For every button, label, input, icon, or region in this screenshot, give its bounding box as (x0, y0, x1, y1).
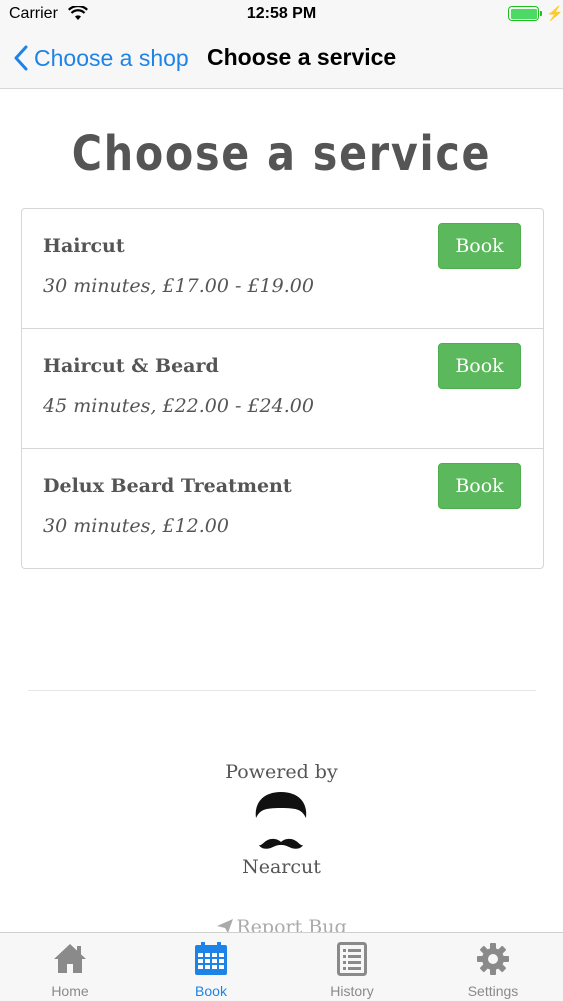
tab-settings[interactable]: Settings (423, 933, 563, 1001)
charging-icon: ⚡ (546, 5, 563, 21)
page-title: Choose a service (71, 126, 492, 182)
powered-by-label: Powered by (225, 761, 338, 783)
home-icon (53, 942, 87, 979)
battery-icon (508, 6, 539, 21)
service-name: Haircut & Beard (43, 355, 219, 377)
status-time: 12:58 PM (246, 5, 317, 22)
service-item: Haircut 30 minutes, £17.00 - £19.00 Book (22, 209, 543, 329)
battery-level (510, 8, 537, 19)
service-details: 30 minutes, £12.00 (43, 515, 229, 537)
status-bar: Carrier 12:58 PM ⚡ (0, 0, 563, 30)
nav-title: Choose a service (207, 44, 397, 70)
footer-divider (28, 690, 536, 691)
book-button[interactable]: Book (438, 343, 521, 389)
service-list: Haircut 30 minutes, £17.00 - £19.00 Book… (21, 208, 544, 569)
list-icon (337, 942, 367, 981)
service-details: 45 minutes, £22.00 - £24.00 (43, 395, 314, 417)
calendar-icon (194, 942, 228, 981)
book-button[interactable]: Book (438, 463, 521, 509)
service-item: Delux Beard Treatment 30 minutes, £12.00… (22, 449, 543, 568)
service-name: Haircut (43, 235, 125, 257)
tab-history[interactable]: History (282, 933, 422, 1001)
brand-name: Nearcut (242, 856, 321, 878)
back-button[interactable]: Choose a shop (14, 42, 189, 74)
mustache-logo-icon (252, 788, 310, 859)
back-label: Choose a shop (34, 44, 189, 71)
service-details: 30 minutes, £17.00 - £19.00 (43, 275, 314, 297)
gear-icon (476, 942, 510, 981)
tab-home[interactable]: Home (0, 933, 140, 1001)
service-name: Delux Beard Treatment (43, 475, 292, 497)
chevron-left-icon (14, 45, 28, 71)
tab-label: History (330, 983, 374, 999)
navigation-bar: Choose a shop Choose a service (0, 30, 563, 89)
tab-label: Book (195, 983, 227, 999)
book-button[interactable]: Book (438, 223, 521, 269)
tab-label: Settings (467, 983, 519, 999)
tab-bar: Home Book History Settings (0, 932, 563, 1001)
tab-book[interactable]: Book (141, 933, 281, 1001)
tab-label: Home (51, 983, 89, 999)
service-item: Haircut & Beard 45 minutes, £22.00 - £24… (22, 329, 543, 449)
battery-cap (540, 11, 542, 16)
